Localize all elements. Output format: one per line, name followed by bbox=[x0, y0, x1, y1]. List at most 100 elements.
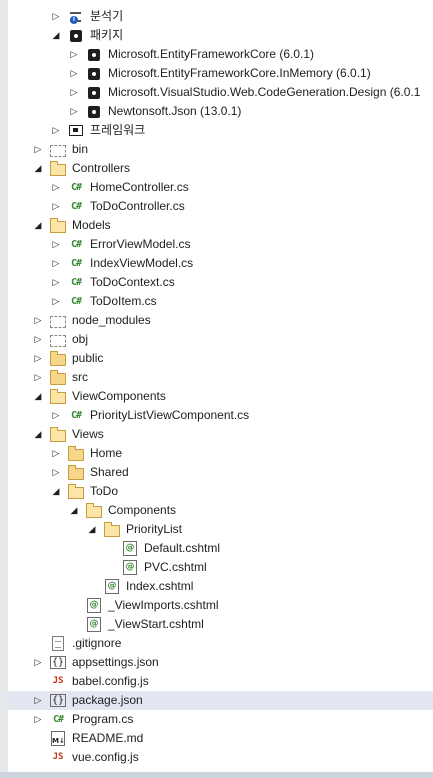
expanded-arrow-icon[interactable]: ◢ bbox=[86, 520, 98, 539]
tree-row[interactable]: JS vue.config.js bbox=[8, 748, 433, 767]
tree-item-label: Newtonsoft.Json (13.0.1) bbox=[108, 104, 242, 118]
expanded-arrow-icon[interactable]: ◢ bbox=[32, 159, 44, 178]
tree-row[interactable]: ◢ ViewComponents bbox=[8, 387, 433, 406]
tree-row[interactable]: @ Default.cshtml bbox=[8, 539, 433, 558]
razor-file-icon: @ bbox=[122, 560, 138, 575]
tree-row[interactable]: ▷ Home bbox=[8, 444, 433, 463]
tree-row[interactable]: ▷ C# ToDoContext.cs bbox=[8, 273, 433, 292]
tree-row[interactable]: ▷ C# HomeController.cs bbox=[8, 178, 433, 197]
tree-row[interactable]: ◢ Models bbox=[8, 216, 433, 235]
collapsed-arrow-icon[interactable]: ▷ bbox=[32, 140, 44, 159]
tree-row[interactable]: ▷ C# ToDoItem.cs bbox=[8, 292, 433, 311]
tree-item-label: 패키지 bbox=[90, 28, 124, 42]
expanded-arrow-icon[interactable]: ◢ bbox=[32, 387, 44, 406]
expanded-arrow-icon[interactable]: ◢ bbox=[50, 26, 62, 45]
collapsed-arrow-icon[interactable]: ▷ bbox=[32, 330, 44, 349]
collapsed-arrow-icon[interactable]: ▷ bbox=[50, 292, 62, 311]
collapsed-arrow-icon[interactable]: ▷ bbox=[32, 710, 44, 729]
csharp-file-icon: C# bbox=[70, 296, 82, 307]
razor-file-icon: @ bbox=[86, 598, 102, 613]
folder-open-icon bbox=[50, 160, 66, 176]
collapsed-arrow-icon[interactable]: ▷ bbox=[50, 406, 62, 425]
collapsed-arrow-icon[interactable]: ▷ bbox=[50, 463, 62, 482]
csharp-file-icon: C# bbox=[70, 410, 82, 421]
folder-open-icon bbox=[50, 217, 66, 233]
tree-row[interactable]: ◢ 패키지 bbox=[8, 26, 433, 45]
tree-row[interactable]: ▷ Newtonsoft.Json (13.0.1) bbox=[8, 102, 433, 121]
js-file-icon: JS bbox=[52, 676, 64, 686]
tree-row[interactable]: ▷ Microsoft.EntityFrameworkCore (6.0.1) bbox=[8, 45, 433, 64]
csharp-file-icon: C# bbox=[70, 258, 82, 269]
tree-row[interactable]: ▷ Microsoft.VisualStudio.Web.CodeGenerati… bbox=[8, 83, 433, 102]
tree-row[interactable]: ▷ C# Program.cs bbox=[8, 710, 433, 729]
tree-row[interactable]: ◢ PriorityList bbox=[8, 520, 433, 539]
tree-item-label: _ViewStart.cshtml bbox=[108, 617, 204, 631]
tree-row[interactable]: ▷ C# ErrorViewModel.cs bbox=[8, 235, 433, 254]
tree-item-label: IndexViewModel.cs bbox=[90, 256, 194, 270]
text-file-icon bbox=[50, 636, 66, 651]
tree-row[interactable]: ▷ obj bbox=[8, 330, 433, 349]
tree-row[interactable]: ▷ Shared bbox=[8, 463, 433, 482]
tree-item-label: Shared bbox=[90, 465, 129, 479]
tree-row[interactable]: .gitignore bbox=[8, 634, 433, 653]
tree-item-label: Views bbox=[72, 427, 104, 441]
collapsed-arrow-icon[interactable]: ▷ bbox=[50, 444, 62, 463]
collapsed-arrow-icon[interactable]: ▷ bbox=[32, 368, 44, 387]
folder-open-icon bbox=[104, 521, 120, 537]
tree-row[interactable]: ▷ 분석기 bbox=[8, 7, 433, 26]
tree-row[interactable]: ▷ public bbox=[8, 349, 433, 368]
tree-row[interactable]: @ Index.cshtml bbox=[8, 577, 433, 596]
tree-row[interactable]: ◢ Views bbox=[8, 425, 433, 444]
left-gutter bbox=[0, 0, 8, 778]
tree-row[interactable]: ◢ ToDo bbox=[8, 482, 433, 501]
tree-row[interactable]: @ _ViewImports.cshtml bbox=[8, 596, 433, 615]
collapsed-arrow-icon[interactable]: ▷ bbox=[50, 7, 62, 26]
csharp-file-icon: C# bbox=[70, 239, 82, 250]
tree-row[interactable]: ▷ C# IndexViewModel.cs bbox=[8, 254, 433, 273]
collapsed-arrow-icon[interactable]: ▷ bbox=[50, 197, 62, 216]
collapsed-arrow-icon[interactable]: ▷ bbox=[32, 653, 44, 672]
collapsed-arrow-icon[interactable]: ▷ bbox=[68, 45, 80, 64]
tree-row[interactable]: ▷ C# ToDoController.cs bbox=[8, 197, 433, 216]
expanded-arrow-icon[interactable]: ◢ bbox=[32, 425, 44, 444]
folder-icon bbox=[50, 350, 66, 366]
collapsed-arrow-icon[interactable]: ▷ bbox=[32, 311, 44, 330]
tree-row[interactable]: ▷ C# PriorityListViewComponent.cs bbox=[8, 406, 433, 425]
tree-row[interactable]: ▷ src bbox=[8, 368, 433, 387]
tree-row[interactable]: ◢ Components bbox=[8, 501, 433, 520]
collapsed-arrow-icon[interactable]: ▷ bbox=[50, 121, 62, 140]
expanded-arrow-icon[interactable]: ◢ bbox=[50, 482, 62, 501]
collapsed-arrow-icon[interactable]: ▷ bbox=[50, 178, 62, 197]
tree-row[interactable]: ◢ Controllers bbox=[8, 159, 433, 178]
horizontal-scrollbar[interactable] bbox=[0, 772, 433, 778]
tree-row[interactable]: JS babel.config.js bbox=[8, 672, 433, 691]
tree-item-label: babel.config.js bbox=[72, 674, 149, 688]
tree-item-label: Microsoft.EntityFrameworkCore (6.0.1) bbox=[108, 47, 315, 61]
razor-file-icon: @ bbox=[104, 579, 120, 594]
tree-row[interactable]: @ _ViewStart.cshtml bbox=[8, 615, 433, 634]
collapsed-arrow-icon[interactable]: ▷ bbox=[32, 691, 44, 710]
tree-row[interactable]: ▷ {} appsettings.json bbox=[8, 653, 433, 672]
tree-item-label: ToDoItem.cs bbox=[90, 294, 157, 308]
tree-item-label: Models bbox=[72, 218, 111, 232]
tree-row[interactable]: ▷ {} package.json bbox=[8, 691, 433, 710]
tree-item-label: ToDoContext.cs bbox=[90, 275, 175, 289]
tree-row[interactable]: M↓ README.md bbox=[8, 729, 433, 748]
tree-row[interactable]: ▷ node_modules bbox=[8, 311, 433, 330]
collapsed-arrow-icon[interactable]: ▷ bbox=[50, 235, 62, 254]
analyzer-icon bbox=[68, 9, 84, 24]
collapsed-arrow-icon[interactable]: ▷ bbox=[68, 83, 80, 102]
collapsed-arrow-icon[interactable]: ▷ bbox=[68, 102, 80, 121]
tree-row[interactable]: ▷ Microsoft.EntityFrameworkCore.InMemory … bbox=[8, 64, 433, 83]
tree-item-label: PriorityList bbox=[126, 522, 183, 536]
json-file-icon: {} bbox=[49, 656, 67, 669]
expanded-arrow-icon[interactable]: ◢ bbox=[68, 501, 80, 520]
tree-row[interactable]: ▷ 프레임워크 bbox=[8, 121, 433, 140]
collapsed-arrow-icon[interactable]: ▷ bbox=[50, 254, 62, 273]
expanded-arrow-icon[interactable]: ◢ bbox=[32, 216, 44, 235]
collapsed-arrow-icon[interactable]: ▷ bbox=[32, 349, 44, 368]
collapsed-arrow-icon[interactable]: ▷ bbox=[50, 273, 62, 292]
tree-row[interactable]: ▷ bin bbox=[8, 140, 433, 159]
tree-row[interactable]: @ PVC.cshtml bbox=[8, 558, 433, 577]
collapsed-arrow-icon[interactable]: ▷ bbox=[68, 64, 80, 83]
